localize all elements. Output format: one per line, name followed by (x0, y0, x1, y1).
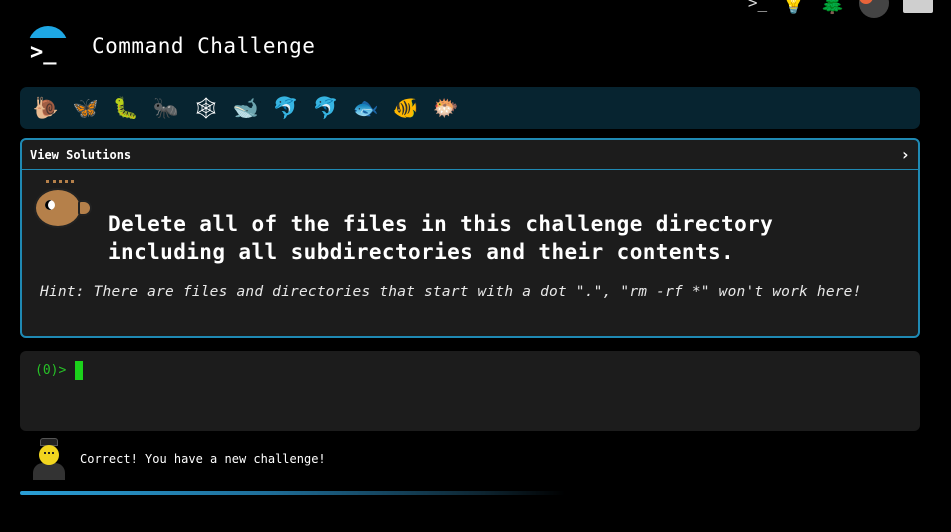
challenge-description: Delete all of the files in this challeng… (108, 212, 774, 264)
mail-icon[interactable] (903, 0, 933, 13)
spider-web-icon[interactable]: 🕸 (186, 87, 226, 129)
terminal-logo-icon[interactable]: >_ (26, 26, 70, 68)
blowfish-icon[interactable]: 🐡 (426, 87, 466, 129)
challenge-progress-bar: 🐌 🦋 🐛 🐜 🕸 🐋 🐬 🐬 🐟 🐠 🐡 (20, 87, 920, 129)
challenge-hint: Hint: There are files and directories th… (40, 284, 862, 300)
status-message: Correct! You have a new challenge! (30, 438, 326, 480)
dolphin-icon[interactable]: 🐬 (266, 87, 306, 129)
lightbulb-icon[interactable]: 💡 (781, 0, 806, 14)
snail-icon[interactable]: 🐌 (26, 87, 66, 129)
header: >_ Command Challenge (26, 26, 316, 68)
fish-icon[interactable]: 🐟 (346, 87, 386, 129)
chevron-right-icon: › (900, 145, 910, 164)
page-title: Command Challenge (92, 34, 316, 58)
view-solutions-label: View Solutions (30, 147, 132, 162)
challenge-card: View Solutions › Delete all of the files… (20, 138, 920, 338)
view-solutions-toggle[interactable]: View Solutions › (22, 140, 918, 170)
ant-icon[interactable]: 🐜 (146, 87, 186, 129)
dolphin-gray-icon[interactable]: 🐬 (306, 87, 346, 129)
terminal-cursor (75, 361, 83, 380)
tree-icon[interactable]: 🌲 (820, 0, 845, 14)
status-text: Correct! You have a new challenge! (80, 452, 326, 466)
avatar (30, 438, 68, 480)
shield-badge-icon[interactable] (859, 0, 889, 18)
butterfly-icon[interactable]: 🦋 (66, 87, 106, 129)
terminal-prompt: (0)> (35, 363, 67, 378)
terminal-input[interactable]: (0)> (20, 351, 920, 431)
tropical-fish-icon[interactable]: 🐠 (386, 87, 426, 129)
terminal-icon[interactable]: >_ (748, 0, 767, 14)
top-toolbar: >_ 💡 🌲 (748, 0, 933, 18)
whale-icon[interactable]: 🐋 (226, 87, 266, 129)
caterpillar-icon[interactable]: 🐛 (106, 87, 146, 129)
progress-line (20, 491, 565, 495)
